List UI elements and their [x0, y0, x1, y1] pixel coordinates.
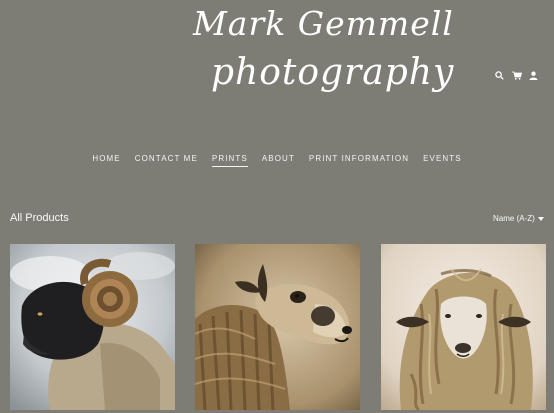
sort-label: Name (A-Z) [493, 214, 535, 223]
utility-icons [494, 70, 539, 81]
cart-icon[interactable] [511, 70, 522, 81]
search-icon[interactable] [494, 70, 505, 81]
product-image [10, 244, 175, 410]
nav-prints[interactable]: PRINTS [211, 154, 248, 167]
nav-events[interactable]: EVENTS [423, 154, 462, 167]
nav-home[interactable]: HOME [92, 154, 120, 167]
product-grid [0, 244, 554, 413]
site-logo[interactable]: Mark Gemmell photography [175, 0, 453, 118]
logo-text-line2: photography [211, 52, 455, 93]
user-icon[interactable] [528, 70, 539, 81]
nav-contact-me[interactable]: CONTACT ME [135, 154, 198, 167]
product-image [195, 244, 360, 410]
product-image [381, 244, 546, 410]
chevron-down-icon [537, 216, 544, 221]
product-card[interactable] [381, 244, 546, 410]
nav-print-information[interactable]: PRINT INFORMATION [309, 154, 409, 167]
page-title: All Products [10, 212, 69, 224]
nav-about[interactable]: ABOUT [262, 154, 295, 167]
logo-text-line1: Mark Gemmell [193, 4, 454, 43]
main-nav: HOME CONTACT ME PRINTS ABOUT PRINT INFOR… [92, 154, 461, 167]
product-card[interactable] [195, 244, 360, 410]
sort-dropdown[interactable]: Name (A-Z) [493, 214, 544, 223]
product-card[interactable] [10, 244, 175, 410]
